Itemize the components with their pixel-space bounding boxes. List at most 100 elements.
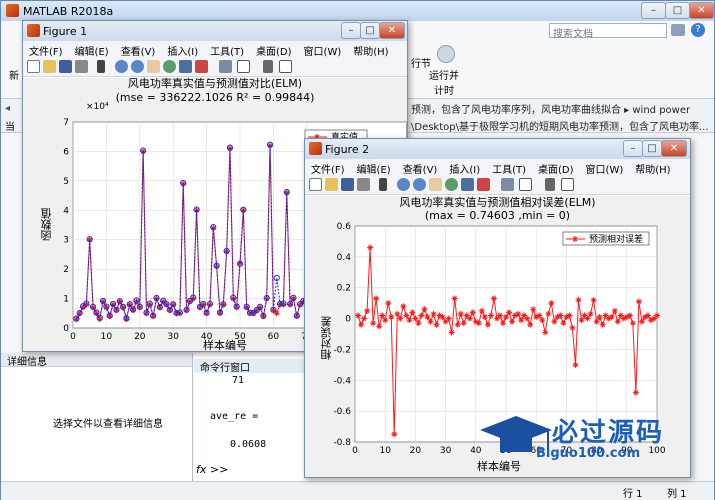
y-tick-label: -0.2: [333, 345, 351, 355]
menu-file[interactable]: 文件(F): [23, 41, 69, 58]
x-tick-label: 10: [101, 332, 113, 342]
pan-icon[interactable]: [147, 60, 160, 73]
back-icon[interactable]: ◂: [5, 103, 10, 114]
zoom-in-icon[interactable]: [115, 60, 128, 73]
chart-1-ylabel: 函数值: [40, 208, 53, 241]
figure-icon: [27, 24, 40, 37]
cmd-line: ave_re =: [210, 411, 259, 422]
y-tick-label: 1: [63, 295, 69, 305]
y-tick-label: 3: [63, 236, 69, 246]
details-header: 详细信息: [1, 353, 192, 368]
menu-window[interactable]: 窗口(W): [298, 41, 348, 58]
details-text: 选择文件以查看详细信息: [53, 419, 163, 430]
figure-1-toolbar: [23, 57, 407, 77]
chart-1-exponent: ×10⁴: [86, 102, 109, 112]
rotate-icon[interactable]: [445, 178, 458, 191]
menu-desktop[interactable]: 桌面(D): [532, 159, 580, 176]
zoom-out-icon[interactable]: [131, 60, 144, 73]
cmd-line: 71: [232, 375, 245, 386]
search-docs-input[interactable]: 搜索文档: [549, 23, 667, 40]
minimize-icon[interactable]: –: [341, 22, 361, 39]
menu-insert[interactable]: 插入(I): [161, 41, 204, 58]
brush-icon[interactable]: [195, 60, 208, 73]
print-icon[interactable]: [357, 178, 370, 191]
command-window[interactable]: 命令行窗口 71 ave_re = 0.0608 fx >>: [194, 353, 304, 481]
print-icon[interactable]: [75, 60, 88, 73]
maximize-icon[interactable]: □: [665, 2, 690, 19]
ribbon-new-label[interactable]: 新: [9, 67, 19, 82]
menu-file[interactable]: 文件(F): [305, 159, 351, 176]
close-icon[interactable]: ✕: [661, 140, 687, 157]
minimize-icon[interactable]: –: [623, 140, 643, 157]
y-tick-label: 0.6: [337, 222, 352, 232]
dock-icon[interactable]: [279, 60, 292, 73]
menu-edit[interactable]: 编辑(E): [69, 41, 115, 58]
zoom-out-icon[interactable]: [413, 178, 426, 191]
y-tick-label: -0.6: [333, 407, 351, 417]
pointer-icon[interactable]: [97, 60, 105, 73]
dock-icon[interactable]: [561, 178, 574, 191]
chart-2-ylabel: 相对误差: [320, 316, 333, 360]
colorbar-icon[interactable]: [519, 178, 532, 191]
x-tick-label: 10: [379, 446, 391, 456]
pan-icon[interactable]: [429, 178, 442, 191]
help-icon[interactable]: ?: [691, 23, 705, 37]
watermark-url: Biguo100.com: [536, 446, 641, 461]
cmd-prompt[interactable]: fx >>: [196, 463, 228, 476]
save-icon[interactable]: [59, 60, 72, 73]
hide-tools-icon[interactable]: [263, 60, 273, 73]
minimize-icon[interactable]: –: [641, 2, 666, 19]
brush-icon[interactable]: [477, 178, 490, 191]
menu-tools[interactable]: 工具(T): [486, 159, 532, 176]
menu-view[interactable]: 查看(V): [115, 41, 162, 58]
menu-view[interactable]: 查看(V): [397, 159, 444, 176]
y-tick-label: 0: [345, 315, 351, 325]
link-icon[interactable]: [219, 60, 232, 73]
menu-desktop[interactable]: 桌面(D): [250, 41, 298, 58]
chart-2-subtitle: (max = 0.74603 ,min = 0): [424, 209, 571, 222]
path-breadcrumb[interactable]: 预测，包含了风电功率序列，风电功率曲线拟合 ▸ wind power: [411, 101, 690, 116]
filter-icon[interactable]: [671, 24, 685, 36]
y-tick-label: 0: [63, 324, 69, 334]
new-figure-icon[interactable]: [309, 178, 322, 191]
pointer-icon[interactable]: [379, 178, 387, 191]
current-folder-path[interactable]: \Desktop\基于极限学习机的短期风电功率预测，包含了风电功率...: [411, 118, 709, 133]
y-tick-label: -0.8: [333, 438, 351, 448]
figure-2-toolbar: [305, 175, 690, 195]
run-time-button[interactable]: 运行并 计时: [429, 67, 459, 97]
run-section-label[interactable]: 行节: [411, 55, 431, 70]
menu-help[interactable]: 帮助(H): [629, 159, 676, 176]
matlab-title: MATLAB R2018a: [23, 5, 114, 18]
menu-tools[interactable]: 工具(T): [204, 41, 250, 58]
link-icon[interactable]: [501, 178, 514, 191]
rotate-icon[interactable]: [163, 60, 176, 73]
new-figure-icon[interactable]: [27, 60, 40, 73]
figure-2-title-bar: Figure 2 – □ ✕: [305, 139, 690, 159]
status-row: 行 1: [623, 489, 643, 500]
menu-window[interactable]: 窗口(W): [580, 159, 630, 176]
close-icon[interactable]: ✕: [379, 22, 405, 39]
open-icon[interactable]: [325, 178, 338, 191]
figure-2-title: Figure 2: [325, 143, 370, 156]
close-icon[interactable]: ✕: [689, 2, 714, 19]
figure-2-menubar: 文件(F) 编辑(E) 查看(V) 插入(I) 工具(T) 桌面(D) 窗口(W) 帮助(H): [305, 159, 690, 176]
menu-help[interactable]: 帮助(H): [347, 41, 394, 58]
chart-1-title: 风电功率真实值与预测值对比(ELM): [127, 77, 303, 90]
menu-insert[interactable]: 插入(I): [443, 159, 486, 176]
data-cursor-icon[interactable]: [461, 178, 474, 191]
chart-2-title: 风电功率真实值与预测值相对误差(ELM): [399, 196, 596, 209]
colorbar-icon[interactable]: [237, 60, 250, 73]
current-folder-label: 当: [5, 122, 15, 133]
x-tick-label: 30: [440, 446, 452, 456]
data-cursor-icon[interactable]: [179, 60, 192, 73]
menu-edit[interactable]: 编辑(E): [351, 159, 397, 176]
maximize-icon[interactable]: □: [360, 22, 380, 39]
save-icon[interactable]: [341, 178, 354, 191]
zoom-in-icon[interactable]: [397, 178, 410, 191]
chart-1-subtitle: (mse = 336222.1026 R² = 0.99844): [115, 91, 315, 104]
run-time-icon[interactable]: [437, 45, 455, 63]
hide-tools-icon[interactable]: [545, 178, 555, 191]
watermark: 必过源码 Biguo100.com: [478, 410, 693, 466]
open-icon[interactable]: [43, 60, 56, 73]
maximize-icon[interactable]: □: [642, 140, 662, 157]
